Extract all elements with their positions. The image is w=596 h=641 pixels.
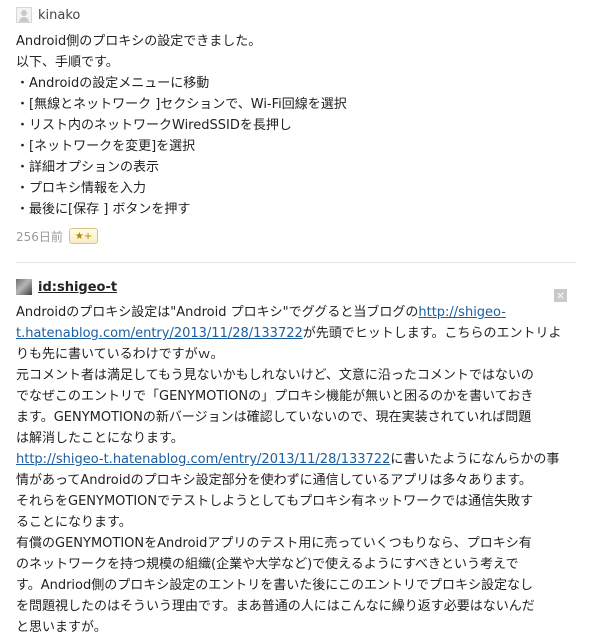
blog-link[interactable]: http://shigeo- bbox=[418, 305, 506, 320]
comment-line: 元コメント者は満足してもう見ないかもしれないけど、文意に沿ったコメントではないの bbox=[16, 368, 534, 383]
comment-text: Androidのプロキシ設定は"Android プロキシ"でググると当ブログの bbox=[16, 305, 419, 320]
comment-line: t.hatenablog.com/entry/2013/11/28/133722… bbox=[16, 323, 580, 344]
comment-line: ・詳細オプションの表示 bbox=[16, 160, 160, 175]
add-star-button[interactable]: ★+ bbox=[68, 228, 99, 244]
comment-timestamp[interactable]: 256日前 bbox=[16, 228, 63, 245]
comment-text: に書いたようになんらかの事 bbox=[390, 452, 560, 467]
comment-line: を問題視したのはそういう理由です。まあ普通の人にはこんなに繰り返す必要はないんだ bbox=[16, 599, 535, 614]
comment-line: Androidのプロキシ設定は"Android プロキシ"でググると当ブログのh… bbox=[16, 302, 580, 323]
comment-username[interactable]: id:shigeo-t bbox=[38, 280, 117, 295]
comment-meta: 256日前 ★+ bbox=[16, 226, 99, 246]
avatar[interactable] bbox=[16, 279, 32, 295]
comment-body: Androidのプロキシ設定は"Android プロキシ"でググると当ブログのh… bbox=[16, 302, 580, 638]
comment-line: ・Androidの設定メニューに移動 bbox=[16, 76, 210, 91]
comment-line: は解消したことになります。 bbox=[16, 431, 184, 446]
comment-line: Android側のプロキシの設定できました。 bbox=[16, 34, 262, 49]
delete-comment-icon[interactable]: × bbox=[554, 289, 567, 302]
comment-line: それらをGENYMOTIONでテストしようとしてもプロキシ有ネットワークでは通信… bbox=[16, 494, 534, 509]
comment-line: のネットワークを持つ規模の組織(企業や大学など)で使えるようにすべきという考えで bbox=[16, 557, 519, 572]
comment-divider bbox=[16, 262, 576, 263]
comment-line: ・最後に[保存 ] ボタンを押す bbox=[16, 202, 191, 217]
comment-line: http://shigeo-t.hatenablog.com/entry/201… bbox=[16, 449, 580, 470]
comment-line: ・リスト内のネットワークWiredSSIDを長押し bbox=[16, 118, 292, 133]
comment-line: ます。GENYMOTIONの新バージョンは確認していないので、現在実装されていれ… bbox=[16, 410, 532, 425]
comment-line: 情があってAndroidのプロキシ設定部分を使わずに通信しているアプリは多々あり… bbox=[16, 473, 532, 488]
comment-line: 以下、手順です。 bbox=[16, 55, 119, 70]
comment-line: と思いますが。 bbox=[16, 620, 107, 635]
comment-line: す。Andriod側のプロキシ設定のエントリを書いた後にこのエントリでプロキシ設… bbox=[16, 578, 533, 593]
comment-line: でなぜこのエントリで「GENYMOTIONの」プロキシ機能が無いと困るのかを書い… bbox=[16, 389, 534, 404]
comment-body: Android側のプロキシの設定できました。 以下、手順です。 ・Android… bbox=[16, 31, 586, 220]
blog-link[interactable]: t.hatenablog.com/entry/2013/11/28/133722 bbox=[16, 326, 303, 341]
comment-line: ることになります。 bbox=[16, 515, 132, 530]
comment-header: kinako bbox=[16, 6, 80, 24]
comment-text: が先頭でヒットします。こちらのエントリよ bbox=[302, 326, 562, 341]
comment-line: ・プロキシ情報を入力 bbox=[16, 181, 147, 196]
comment-username[interactable]: kinako bbox=[38, 8, 80, 23]
star-icon: ★+ bbox=[74, 230, 93, 242]
comment-header: id:shigeo-t bbox=[16, 278, 117, 296]
blog-link[interactable]: http://shigeo-t.hatenablog.com/entry/201… bbox=[16, 452, 390, 467]
comment-line: ・[ネットワークを変更]を選択 bbox=[16, 139, 196, 154]
comment-line: 有償のGENYMOTIONをAndroidアプリのテスト用に売っていくつもりなら… bbox=[16, 536, 532, 551]
comment-line: ・[無線とネットワーク ]セクションで、Wi-Fi回線を選択 bbox=[16, 97, 347, 112]
comment-line: りも先に書いているわけですがｗ。 bbox=[16, 347, 224, 362]
default-avatar-icon[interactable] bbox=[16, 7, 32, 23]
